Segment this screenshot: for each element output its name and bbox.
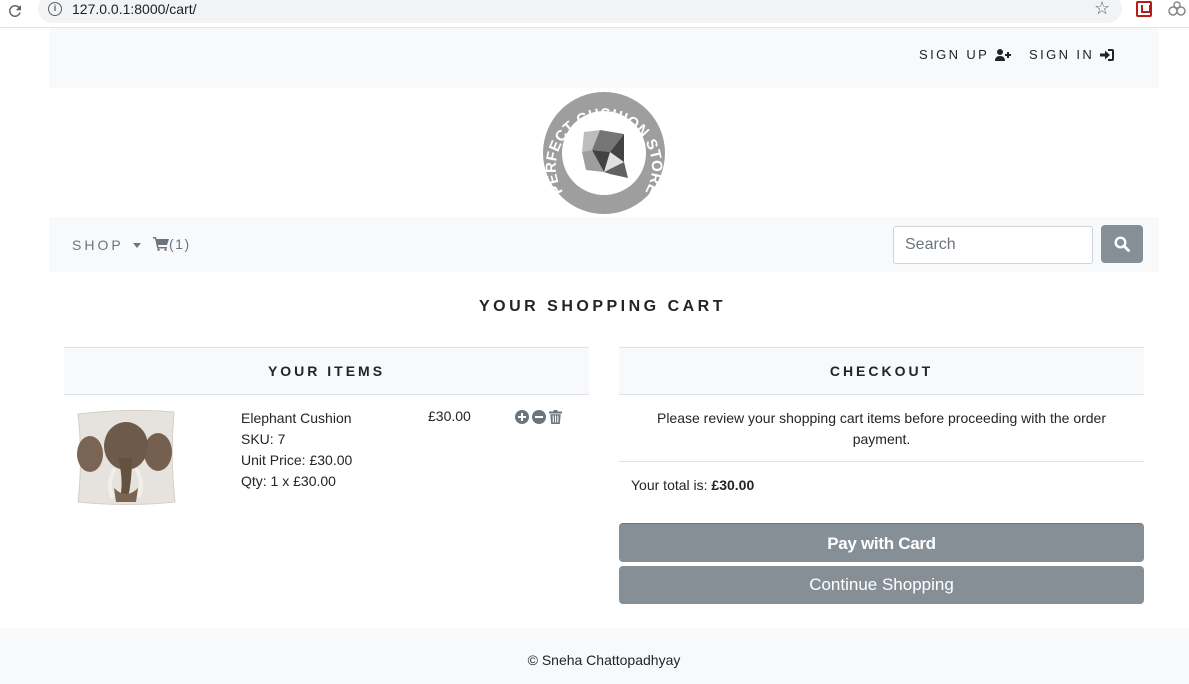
shop-navbar: SHOP (1) — [49, 217, 1159, 272]
item-name: Elephant Cushion — [241, 410, 352, 426]
footer-copyright: © Sneha Chattopadhyay — [527, 652, 681, 668]
reload-icon[interactable] — [6, 2, 24, 20]
top-navbar: SIGN UP SIGN IN — [49, 28, 1159, 88]
store-logo[interactable]: PERFECT CUSHION STORE — [540, 90, 668, 216]
item-sku: SKU: 7 — [241, 431, 286, 447]
search-icon — [1114, 236, 1130, 252]
cart-item-details: Elephant Cushion SKU: 7 Unit Price: £30.… — [241, 408, 352, 492]
your-items-heading: YOUR ITEMS — [64, 347, 589, 395]
caret-down-icon — [132, 242, 141, 248]
sign-in-label: SIGN IN — [1029, 47, 1095, 62]
item-actions — [515, 410, 562, 424]
divider — [619, 461, 1144, 462]
item-subtotal: £30.00 — [428, 408, 471, 424]
user-plus-icon — [995, 48, 1012, 61]
sign-in-link[interactable]: SIGN IN — [1029, 47, 1115, 62]
sign-up-link[interactable]: SIGN UP — [919, 47, 1012, 62]
address-bar[interactable]: i 127.0.0.1:8000/cart/ ☆ — [38, 0, 1122, 23]
page-title: YOUR SHOPPING CART — [478, 298, 726, 315]
continue-shopping-button[interactable]: Continue Shopping — [619, 566, 1144, 604]
item-qty: Qty: 1 x £30.00 — [241, 473, 336, 489]
footer: © Sneha Chattopadhyay — [0, 628, 1189, 684]
sign-in-icon — [1100, 48, 1115, 61]
cart-count: (1) — [169, 236, 191, 252]
browser-toolbar: i 127.0.0.1:8000/cart/ ☆ — [0, 0, 1189, 28]
url-text: 127.0.0.1:8000/cart/ — [72, 1, 197, 17]
decrease-quantity-icon[interactable] — [532, 410, 546, 424]
extension-puzzle-icon[interactable] — [1168, 1, 1186, 17]
search-input[interactable] — [893, 226, 1093, 264]
trash-icon[interactable] — [549, 410, 562, 424]
shop-dropdown[interactable]: SHOP — [72, 237, 141, 253]
extension-icon[interactable] — [1136, 1, 1152, 17]
order-total: Your total is: £30.00 — [631, 477, 754, 493]
shopping-cart-icon — [153, 237, 169, 251]
sign-up-label: SIGN UP — [919, 47, 990, 62]
pay-with-card-button[interactable]: Pay with Card — [619, 523, 1144, 562]
bookmark-star-icon[interactable]: ☆ — [1094, 0, 1110, 19]
shop-label: SHOP — [72, 237, 124, 253]
review-message: Please review your shopping cart items b… — [656, 410, 1107, 447]
total-label: Your total is: — [631, 477, 712, 493]
item-unit-price: Unit Price: £30.00 — [241, 452, 353, 468]
search-button[interactable] — [1101, 225, 1143, 263]
elephant-cushion-image[interactable] — [74, 408, 178, 506]
checkout-heading: CHECKOUT — [619, 347, 1144, 395]
increase-quantity-icon[interactable] — [515, 410, 529, 424]
total-value: £30.00 — [711, 477, 755, 493]
info-icon[interactable]: i — [48, 2, 62, 16]
cart-link[interactable]: (1) — [153, 236, 191, 252]
